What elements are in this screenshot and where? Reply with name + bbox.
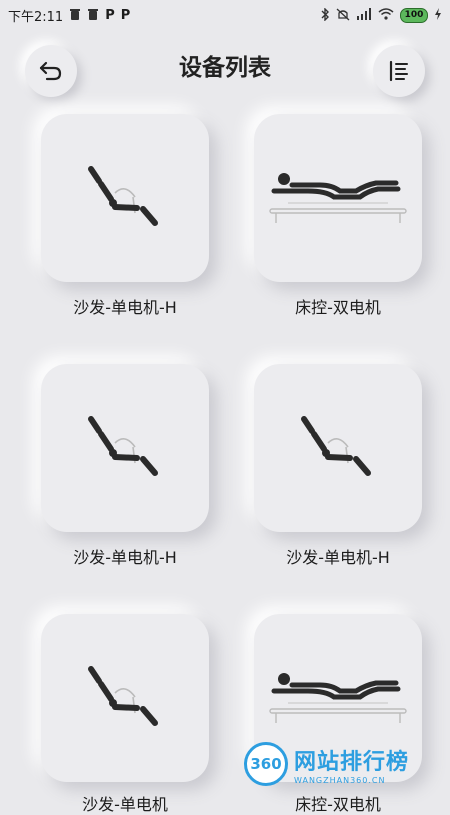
status-time: 下午2:11 [8, 9, 64, 25]
device-card[interactable] [254, 114, 422, 282]
charging-icon [434, 8, 442, 22]
header: 设备列表 [0, 36, 450, 100]
list-icon [389, 60, 408, 82]
device-card[interactable] [41, 364, 209, 532]
watermark-main: 网站排行榜 [294, 749, 410, 775]
parking-icon: P [105, 7, 115, 23]
back-button[interactable] [25, 45, 77, 97]
sofa-recliner-icon [301, 416, 371, 476]
device-card[interactable] [41, 114, 209, 282]
device-label: 床控-双电机 [295, 298, 381, 317]
device-label: 床控-双电机 [295, 795, 381, 814]
device-label: 沙发-单电机-H [286, 548, 390, 567]
menu-button[interactable] [373, 45, 425, 97]
status-right: 100 [321, 6, 442, 23]
watermark-text: 网站排行榜 WANGZHAN360.CN [294, 744, 409, 785]
status-left: 下午2:11 P P [8, 6, 130, 25]
bluetooth-icon [321, 6, 330, 23]
device-label: 沙发-单电机-H [73, 548, 177, 567]
trash-icon [87, 8, 99, 23]
device-label: 沙发-单电机 [82, 795, 168, 814]
signal-icon [356, 8, 372, 22]
watermark-logo: 360 [244, 742, 288, 786]
wifi-icon [378, 8, 394, 22]
watermark-sub: WANGZHAN360.CN [294, 775, 386, 785]
mute-icon [336, 8, 350, 23]
battery-icon: 100 [400, 7, 428, 23]
device-label: 沙发-单电机-H [73, 298, 177, 317]
parking-icon: P [120, 7, 131, 23]
device-card[interactable] [41, 614, 209, 782]
back-arrow-icon [39, 61, 62, 81]
bed-adjustable-icon [269, 173, 407, 223]
bed-adjustable-icon [269, 673, 407, 723]
sofa-recliner-icon [88, 166, 158, 226]
status-bar: 下午2:11 P P 100 [0, 0, 450, 30]
device-card[interactable] [254, 364, 422, 532]
trash-icon [69, 8, 81, 23]
sofa-recliner-icon [88, 666, 158, 726]
watermark: 360 网站排行榜 WANGZHAN360.CN [244, 742, 409, 786]
sofa-recliner-icon [88, 416, 158, 476]
